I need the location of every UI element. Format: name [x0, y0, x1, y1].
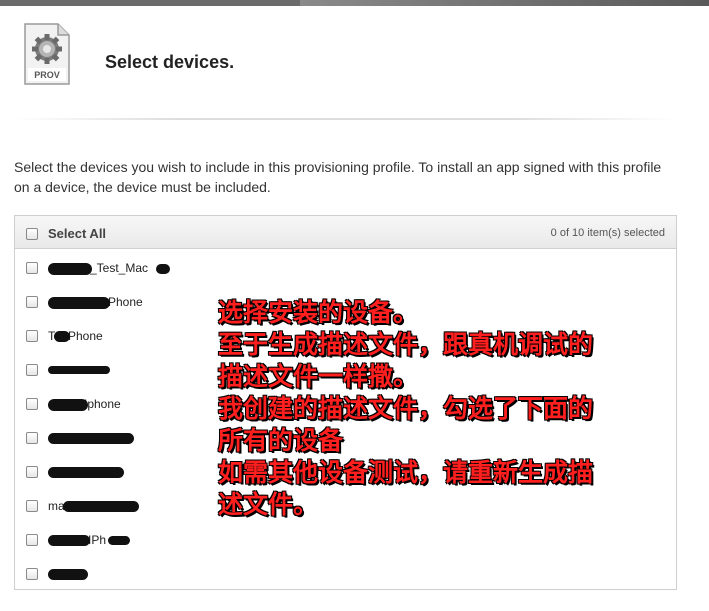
annotation-line: 所有的设备 [218, 426, 344, 455]
device-label: Phone [108, 295, 143, 309]
device-checkbox[interactable] [26, 398, 38, 410]
device-row[interactable]: IPh [26, 532, 132, 548]
annotation-line: 至于生成描述文件，跟真机调试的 [218, 330, 594, 359]
annotation-line: 我创建的描述文件，勾选了下面的 [218, 394, 594, 423]
redaction-mark [48, 535, 90, 546]
redaction-mark [54, 331, 70, 342]
device-name: IPh [48, 533, 132, 547]
device-name: ma [48, 499, 140, 513]
redaction-mark [48, 263, 92, 275]
device-panel-header: Select All 0 of 10 item(s) selected [15, 216, 676, 249]
device-label: _Test_Mac [90, 261, 149, 275]
device-checkbox[interactable] [26, 534, 38, 546]
redaction-mark [48, 569, 88, 580]
redaction-mark [48, 433, 134, 444]
header-divider [14, 118, 676, 120]
device-row[interactable]: Iphone [26, 396, 121, 412]
redaction-mark [48, 399, 88, 411]
device-name: Iphone [48, 397, 121, 411]
device-row[interactable] [26, 430, 136, 446]
device-label: IPh [88, 533, 107, 547]
device-name [48, 363, 118, 377]
top-bar [0, 0, 709, 6]
device-checkbox[interactable] [26, 330, 38, 342]
device-checkbox[interactable] [26, 262, 38, 274]
annotation-line: 选择安装的设备。 [218, 298, 419, 327]
selected-count: 0 of 10 item(s) selected [550, 227, 665, 239]
device-name: Phone [48, 295, 143, 309]
device-row[interactable] [26, 566, 90, 582]
page-description: Select the devices you wish to include i… [14, 159, 662, 195]
device-name: T Phone [48, 329, 103, 343]
annotation-line: 描述文件一样撒。 [218, 362, 419, 391]
page-header: PROV Select devices. [20, 22, 680, 92]
device-checkbox[interactable] [26, 432, 38, 444]
device-row[interactable] [26, 464, 126, 480]
device-row[interactable]: Phone [26, 294, 143, 310]
annotation-line: 述文件。 [218, 490, 319, 519]
device-checkbox[interactable] [26, 466, 38, 478]
redaction-mark [156, 264, 170, 274]
device-name: _Test_Mac [48, 261, 170, 275]
redaction-mark [63, 501, 139, 512]
device-name [48, 567, 90, 581]
device-label: Phone [68, 329, 103, 343]
select-all-control[interactable]: Select All [26, 226, 106, 241]
redaction-mark [108, 536, 130, 545]
page-title: Select devices. [105, 52, 235, 72]
prov-label: PROV [34, 70, 60, 80]
device-checkbox[interactable] [26, 500, 38, 512]
device-row[interactable]: _Test_Mac [26, 260, 170, 276]
annotation-line: 如需其他设备测试，请重新生成描 [218, 458, 594, 487]
redaction-mark [48, 467, 124, 478]
device-row[interactable]: T Phone [26, 328, 103, 344]
select-all-checkbox[interactable] [26, 227, 38, 240]
device-row[interactable]: ma [26, 498, 140, 514]
device-checkbox[interactable] [26, 364, 38, 376]
device-checkbox[interactable] [26, 296, 38, 308]
annotation-overlay: 选择安装的设备。 至于生成描述文件，跟真机调试的 描述文件一样撒。 我创建的描述… [218, 297, 688, 521]
top-bar-accent [300, 0, 709, 6]
device-name [48, 465, 126, 479]
device-label: Iphone [84, 397, 121, 411]
redaction-mark [48, 366, 110, 374]
select-all-label: Select All [48, 226, 107, 241]
device-checkbox[interactable] [26, 568, 38, 580]
redaction-mark [48, 297, 110, 309]
device-name [48, 431, 136, 445]
provisioning-profile-icon: PROV [24, 23, 70, 85]
device-row[interactable] [26, 362, 118, 378]
